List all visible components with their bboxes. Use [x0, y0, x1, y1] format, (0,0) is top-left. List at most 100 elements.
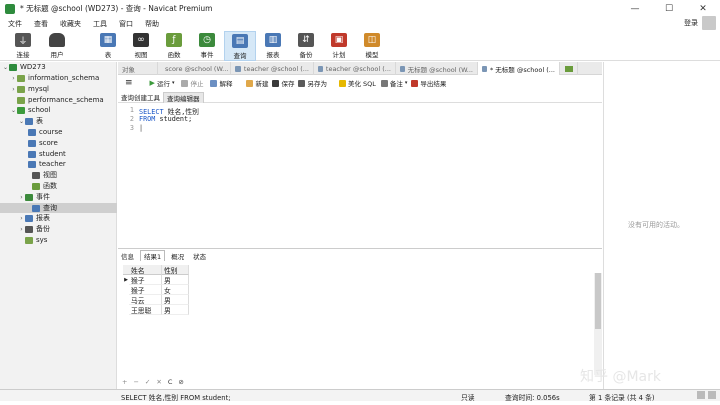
delete-row-button[interactable]: − [133, 378, 138, 386]
tree-item-information-schema[interactable]: › information_schema [0, 73, 117, 83]
table-row[interactable]: ▶ 猴子 男 [123, 275, 189, 285]
tree-item-views[interactable]: 视图 [0, 170, 117, 180]
tab-score[interactable]: score @school (W... [158, 62, 231, 75]
tab-query-builder[interactable]: 查询创建工具 [118, 92, 163, 103]
table-cell[interactable]: 马云 [129, 295, 162, 305]
chevron-right-icon[interactable]: › [18, 226, 25, 233]
run-button[interactable]: ▶ 运行 ▾ [150, 78, 175, 88]
column-header-gender[interactable]: 性别 [162, 265, 189, 275]
stop-refresh-button[interactable]: ⊘ [178, 378, 183, 386]
tab-untitled-query-2[interactable]: * 无标题 @school (... [478, 62, 560, 75]
new-button[interactable]: 新建 [246, 78, 268, 88]
table-row[interactable]: 马云 男 [123, 295, 189, 305]
chevron-right-icon[interactable]: › [18, 215, 25, 222]
tree-item-student[interactable]: student [0, 149, 117, 159]
tab-objects[interactable]: 对象 [118, 62, 158, 75]
hamburger-menu-icon[interactable]: ≡ [125, 78, 133, 88]
tab-query-editor[interactable]: 查询编辑器 [163, 91, 204, 103]
tree-item-teacher[interactable]: teacher [0, 159, 117, 169]
chevron-down-icon[interactable]: ⌄ [10, 107, 17, 114]
table-row[interactable]: 王思聪 男 [123, 305, 189, 315]
export-result-button[interactable]: 导出结果 [411, 78, 446, 88]
discard-button[interactable]: ✕ [156, 378, 161, 386]
explain-button[interactable]: 解释 [210, 78, 232, 88]
add-row-button[interactable]: + [122, 378, 127, 386]
toolbar-model-button[interactable]: ◫ 模型 [359, 31, 385, 61]
tree-item-functions[interactable]: 函数 [0, 181, 117, 191]
menu-help[interactable]: 帮助 [145, 19, 159, 29]
table-cell[interactable]: 王思聪 [129, 305, 162, 315]
tree-item-mysql[interactable]: › mysql [0, 84, 117, 94]
tab-message[interactable]: 信息 [118, 250, 137, 261]
menu-file[interactable]: 文件 [8, 19, 22, 29]
chevron-down-icon[interactable]: ▾ [172, 80, 175, 86]
tab-status[interactable]: 状态 [190, 250, 209, 261]
beautify-sql-button[interactable]: 美化 SQL [338, 78, 376, 88]
chevron-right-icon[interactable]: › [18, 194, 25, 201]
save-button[interactable]: 保存 [272, 78, 294, 88]
menu-tools[interactable]: 工具 [93, 19, 107, 29]
toolbar-function-button[interactable]: ƒ 函数 [161, 31, 187, 61]
toolbar-event-button[interactable]: ◷ 事件 [194, 31, 220, 61]
grid-view-icon[interactable] [697, 391, 705, 399]
scrollbar-thumb[interactable] [595, 273, 601, 329]
minimize-button[interactable]: — [618, 0, 652, 17]
save-as-button[interactable]: 另存为 [298, 78, 327, 88]
toolbar-user-button[interactable]: 用户 [44, 31, 70, 61]
tab-result-1[interactable]: 结果1 [140, 250, 166, 261]
tree-item-backups[interactable]: › 备份 [0, 224, 117, 234]
tree-item-queries[interactable]: 查询 [0, 203, 117, 213]
form-view-icon[interactable] [708, 391, 716, 399]
toolbar-table-button[interactable]: ▦ 表 [95, 31, 121, 61]
toolbar-schedule-button[interactable]: ▣ 计划 [326, 31, 352, 61]
chevron-down-icon[interactable]: ⌄ [2, 64, 9, 71]
chevron-down-icon[interactable]: ▾ [405, 80, 408, 86]
result-scrollbar[interactable] [594, 273, 602, 375]
refresh-button[interactable]: C [168, 378, 173, 386]
table-row[interactable]: 猴子 女 [123, 285, 189, 295]
tree-item-score[interactable]: score [0, 138, 117, 148]
tree-item-reports[interactable]: › 报表 [0, 213, 117, 223]
tree-item-wd273[interactable]: ⌄ WD273 [0, 62, 117, 72]
chevron-down-icon[interactable]: ⌄ [18, 118, 25, 125]
table-cell[interactable]: 女 [162, 285, 189, 295]
toolbar-report-button[interactable]: ▥ 报表 [260, 31, 286, 61]
tab-profile[interactable]: 概况 [168, 250, 187, 261]
main-toolbar: ⏚ 连接 用户 ▦ 表 ∞ 视图 ƒ 函数 ◷ 事件 ▤ 查询 ▥ 报表 ⇵ 备… [0, 31, 720, 61]
menu-view[interactable]: 查看 [34, 19, 48, 29]
table-cell[interactable]: 猴子 [129, 285, 162, 295]
user-avatar-icon[interactable] [702, 16, 716, 30]
close-button[interactable]: ✕ [686, 0, 720, 17]
toolbar-view-button[interactable]: ∞ 视图 [128, 31, 154, 61]
table-cell[interactable]: 男 [162, 305, 189, 315]
menu-bar: 文件 查看 收藏夹 工具 窗口 帮助 登录 [0, 16, 720, 31]
table-cell[interactable]: 男 [162, 275, 189, 285]
login-link[interactable]: 登录 [684, 18, 698, 28]
tree-item-events[interactable]: › 事件 [0, 192, 117, 202]
table-cell[interactable]: 猴子 [129, 275, 162, 285]
tree-item-tables[interactable]: ⌄ 表 [0, 116, 117, 126]
tab-untitled-query-1[interactable]: 无标题 @school (W... [396, 62, 478, 75]
tree-item-sys[interactable]: sys [0, 235, 117, 245]
tree-item-performance-schema[interactable]: performance_schema [0, 95, 117, 105]
comment-button[interactable]: 备注 ▾ [380, 78, 408, 88]
sql-code[interactable]: SELECT 姓名,性别 FROM student; | [139, 106, 199, 133]
stop-button[interactable]: 停止 [181, 78, 203, 88]
column-header-name[interactable]: 姓名 [129, 265, 162, 275]
menu-favorites[interactable]: 收藏夹 [60, 19, 81, 29]
apply-button[interactable]: ✓ [145, 378, 150, 386]
tab-overflow-button[interactable] [560, 62, 578, 75]
sql-editor[interactable]: 1 2 3 SELECT 姓名,性别 FROM student; | [118, 104, 602, 248]
toolbar-backup-button[interactable]: ⇵ 备份 [293, 31, 319, 61]
menu-window[interactable]: 窗口 [119, 19, 133, 29]
tab-teacher-1[interactable]: teacher @school (... [231, 62, 314, 75]
toolbar-query-button[interactable]: ▤ 查询 [224, 31, 256, 61]
chevron-right-icon[interactable]: › [10, 75, 17, 82]
tree-item-course[interactable]: course [0, 127, 117, 137]
maximize-button[interactable]: ☐ [652, 0, 686, 17]
chevron-right-icon[interactable]: › [10, 86, 17, 93]
tab-teacher-2[interactable]: teacher @school (... [314, 62, 396, 75]
toolbar-connect-button[interactable]: ⏚ 连接 [10, 31, 36, 61]
tree-item-school[interactable]: ⌄ school [0, 105, 117, 115]
table-cell[interactable]: 男 [162, 295, 189, 305]
